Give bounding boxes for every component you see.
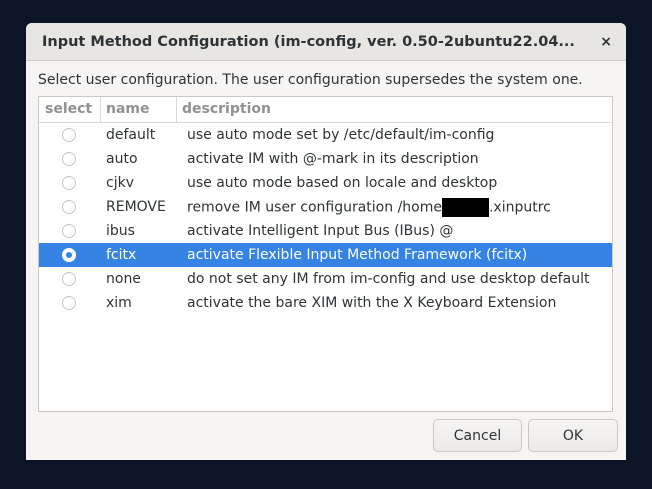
select-cell [39,128,101,142]
column-header-select[interactable]: select [39,97,101,122]
radio-button[interactable] [62,248,76,262]
ok-button[interactable]: OK [528,419,618,452]
radio-button[interactable] [62,296,76,310]
title-bar[interactable]: Input Method Configuration (im-config, v… [26,23,626,61]
row-description: remove IM user configuration /home .xinpu… [182,197,612,217]
radio-button[interactable] [62,128,76,142]
row-description-suffix: .xinputrc [488,199,551,215]
list-row-default[interactable]: default use auto mode set by /etc/defaul… [39,123,612,147]
row-name: none [106,271,141,287]
list-row-xim[interactable]: xim activate the bare XIM with the X Key… [39,291,612,315]
close-icon[interactable]: × [600,34,612,50]
list-header: select name description [39,97,612,123]
list-row-auto[interactable]: auto activate IM with @-mark in its desc… [39,147,612,171]
cancel-button[interactable]: Cancel [433,419,522,452]
radio-button[interactable] [62,152,76,166]
row-name: auto [106,151,138,167]
row-description-text: do not set any IM from im-config and use… [187,271,590,287]
select-cell [39,152,101,166]
row-description-text: use auto mode set by /etc/default/im-con… [187,127,495,143]
row-description: activate Intelligent Input Bus (IBus) @ [182,223,612,239]
row-description-text: use auto mode based on locale and deskto… [187,175,498,191]
im-list: select name description default use auto… [38,96,613,412]
row-description-text: remove IM user configuration /home [187,199,442,215]
row-description: use auto mode set by /etc/default/im-con… [182,127,612,143]
list-row-ibus[interactable]: ibus activate Intelligent Input Bus (IBu… [39,219,612,243]
row-description: do not set any IM from im-config and use… [182,271,612,287]
select-cell [39,200,101,214]
window-title: Input Method Configuration (im-config, v… [42,33,575,50]
row-name: xim [106,295,132,311]
radio-button[interactable] [62,176,76,190]
list-row-fcitx[interactable]: fcitx activate Flexible Input Method Fra… [39,243,612,267]
row-description: activate Flexible Input Method Framework… [182,247,612,263]
radio-button[interactable] [62,200,76,214]
row-description-text: activate Flexible Input Method Framework… [187,247,528,263]
instruction-text: Select user configuration. The user conf… [38,72,583,88]
select-cell [39,272,101,286]
row-name: REMOVE [106,199,166,215]
radio-button[interactable] [62,224,76,238]
row-name: fcitx [106,247,137,263]
select-cell [39,296,101,310]
list-row-none[interactable]: none do not set any IM from im-config an… [39,267,612,291]
list-row-remove[interactable]: REMOVE remove IM user configuration /hom… [39,195,612,219]
row-name: default [106,127,156,143]
row-description: activate the bare XIM with the X Keyboar… [182,295,612,311]
row-description: use auto mode based on locale and deskto… [182,175,612,191]
select-cell [39,248,101,262]
radio-button[interactable] [62,272,76,286]
list-row-cjkv[interactable]: cjkv use auto mode based on locale and d… [39,171,612,195]
redacted-block [441,197,489,217]
row-name: ibus [106,223,135,239]
select-cell [39,176,101,190]
row-name: cjkv [106,175,134,191]
column-header-name[interactable]: name [101,97,177,122]
row-description-text: activate Intelligent Input Bus (IBus) @ [187,223,454,239]
select-cell [39,224,101,238]
row-description-text: activate the bare XIM with the X Keyboar… [187,295,557,311]
row-description: activate IM with @-mark in its descripti… [182,151,612,167]
column-header-description[interactable]: description [177,97,612,122]
row-description-text: activate IM with @-mark in its descripti… [187,151,479,167]
dialog: Input Method Configuration (im-config, v… [26,23,626,460]
